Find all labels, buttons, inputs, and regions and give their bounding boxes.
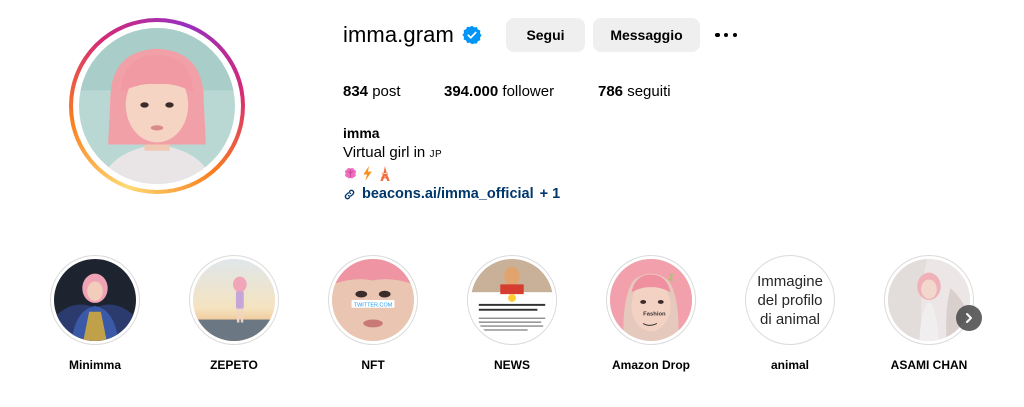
profile-avatar-ring[interactable] [69,18,245,194]
bio-text: Virtual girl in JP [343,143,560,164]
follow-button[interactable]: Segui [506,18,585,52]
highlight-label: NEWS [494,358,530,372]
bio-emoji-row [343,164,560,183]
highlight-minimma[interactable]: Minimma [25,255,165,372]
highlight-image: TWITTER.COM [332,259,414,341]
chevron-right-icon[interactable] [956,305,982,331]
highlight-broken-image: Immagine del profilo di animal [749,259,831,341]
more-options-dot [715,32,720,38]
following-stat[interactable]: 786 seguiti [598,83,671,100]
profile-avatar[interactable] [79,28,235,184]
username: imma.gram [343,22,454,47]
highlight-ring: Z Fashion [606,255,696,345]
bio-link[interactable]: beacons.ai/imma_official + 1 [343,183,560,205]
bio-link-extra[interactable]: + 1 [540,185,561,204]
highlight-animal[interactable]: Immagine del profilo di animal animal [720,255,860,372]
highlight-label: ASAMI CHAN [890,358,968,372]
more-options-dot [732,32,737,38]
lightning-emoji-icon [363,166,372,181]
following-label: seguiti [627,83,671,100]
highlight-label: Minimma [68,358,121,372]
profile-avatar-image [79,28,235,184]
profile-bio: imma Virtual girl in JP beacons.ai/imma_… [343,124,560,205]
followers-stat[interactable]: 394.000 follower [444,83,554,100]
profile-header: imma.gram [343,18,482,52]
message-button[interactable]: Messaggio [593,18,700,52]
highlight-nft[interactable]: TWITTER.COM NFT [303,255,443,372]
tokyo-tower-emoji-icon [380,166,390,181]
highlight-image [888,259,970,341]
more-options-dot [723,32,729,38]
highlight-label: Amazon Drop [612,358,690,372]
bio-name: imma [343,125,380,141]
bio-link-text[interactable]: beacons.ai/imma_official [362,185,534,204]
highlight-ring: TWITTER.COM [328,255,418,345]
highlight-ring [467,255,557,345]
highlight-image [471,259,553,341]
bio-text-main: Virtual girl in [343,144,430,161]
highlight-image: Z Fashion [610,259,692,341]
link-icon [344,189,355,199]
more-options-icon[interactable] [712,25,740,45]
highlight-label: animal [770,358,809,372]
highlight-ring [189,255,279,345]
highlight-ring: Immagine del profilo di animal [745,255,835,345]
profile-avatar-frame [73,22,241,190]
chevron-right-glyph [966,313,972,323]
followers-label: follower [502,83,555,100]
highlight-image [193,259,275,341]
svg-text:Z: Z [669,273,674,282]
followers-count: 394.000 [444,83,499,100]
verified-badge-icon [462,25,482,45]
highlight-ring [884,255,974,345]
posts-label: post [372,83,401,100]
highlight-image-text: Fashion [643,312,666,318]
story-highlights: Minimma ZEPETO TWITTER.COM NFT NEWS Z Fa… [0,255,1024,385]
highlight-ring [50,255,140,345]
highlight-image [54,259,136,341]
brain-emoji-icon [345,168,356,179]
following-count: 786 [598,83,624,100]
highlight-label: NFT [361,358,385,372]
highlight-label: ZEPETO [210,358,258,372]
highlight-news[interactable]: NEWS [442,255,582,372]
posts-stat: 834 post [343,83,401,100]
highlight-image-text: TWITTER.COM [354,302,393,308]
highlight-zepeto[interactable]: ZEPETO [164,255,304,372]
posts-count: 834 [343,83,369,100]
highlight-amazon-drop[interactable]: Z Fashion Amazon Drop [581,255,721,372]
bio-flag-text: JP [429,149,443,160]
